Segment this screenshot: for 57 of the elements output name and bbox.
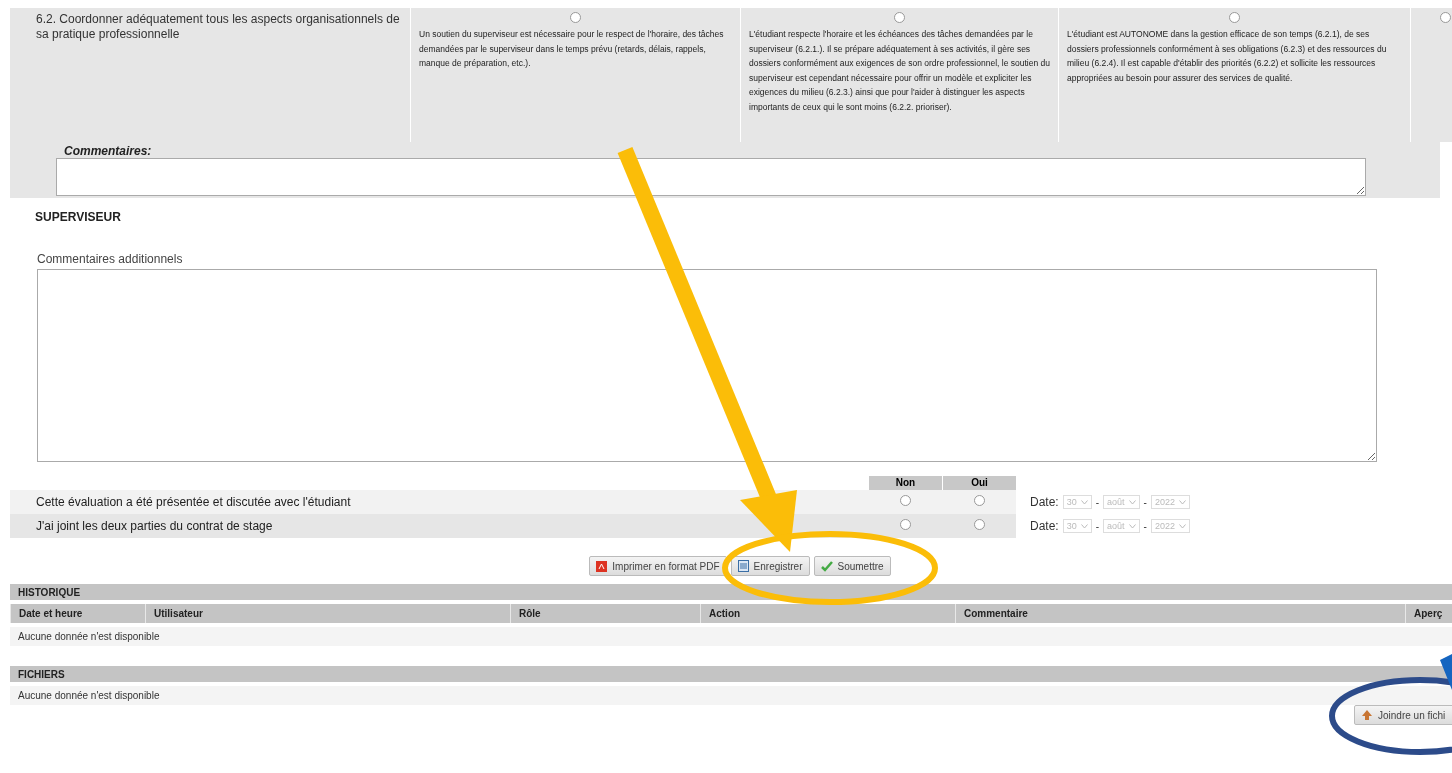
non-radio[interactable] bbox=[899, 518, 911, 530]
year-select[interactable]: 2022 bbox=[1150, 519, 1190, 533]
level-radio[interactable] bbox=[570, 12, 581, 23]
chevron-down-icon bbox=[1128, 524, 1136, 529]
year-select[interactable]: 2022 bbox=[1150, 495, 1190, 509]
attach-file-button[interactable]: Joindre un fichi bbox=[1354, 705, 1452, 725]
empty-message: Aucune donnée n'est disponible bbox=[10, 627, 1452, 646]
submit-button[interactable]: Soumettre bbox=[813, 556, 891, 576]
column-header: Date et heure bbox=[10, 604, 145, 623]
separator: - bbox=[1143, 496, 1147, 508]
document-icon bbox=[737, 560, 749, 572]
level-radio[interactable] bbox=[1229, 12, 1240, 23]
checkmark-icon bbox=[820, 560, 833, 572]
level-description: Un soutien du superviseur est nécessaire pour le respect de l'horaire, des tâches demandées par le superviseur dans le temps prévu (retards, délais, rappels, manque de préparation, etc.). bbox=[419, 28, 725, 70]
comments-field[interactable] bbox=[56, 158, 1366, 196]
date-label: Date: bbox=[1030, 519, 1059, 533]
empty-message: Aucune donnée n'est disponible bbox=[10, 686, 1452, 705]
pdf-button[interactable]: Imprimer en format PDF bbox=[589, 556, 727, 576]
date-label: Date: bbox=[1030, 495, 1059, 509]
day-select[interactable]: 30 bbox=[1062, 519, 1092, 533]
save-button[interactable]: Enregistrer bbox=[730, 556, 810, 576]
section-title: HISTORIQUE bbox=[17, 586, 81, 598]
chevron-down-icon bbox=[1080, 500, 1088, 505]
chevron-down-icon bbox=[1128, 500, 1136, 505]
column-header: Oui bbox=[942, 476, 1016, 490]
level-radio[interactable] bbox=[1440, 12, 1451, 23]
additional-comments-field[interactable] bbox=[37, 269, 1377, 462]
level-description: L'étudiant respecte l'horaire et les échéances des tâches demandées par le superviseur (6.2.1.). Il se prépare adéquatement à ses activités, il gère ses dossiers conformément aux exigences de son ordre professionnel, le soutien du superviseur est cependant nécessaire pour offrir un modèle et expliciter les exigences du milieu (6.2.3.) ainsi que pour l'aider à distinguer les aspects importants de ceux qui le sont moins (6.2.2. prioriser). bbox=[749, 28, 1050, 114]
confirmation-label: Cette évaluation a été présentée et discutée avec l'étudiant bbox=[35, 495, 352, 509]
comments-label: Commentaires: bbox=[63, 143, 153, 158]
competency-label: 6.2. Coordonner adéquatement tous les aspects organisationnels de sa pratique professionnelle bbox=[35, 12, 401, 42]
level-radio[interactable] bbox=[894, 12, 905, 23]
separator: - bbox=[1095, 520, 1100, 532]
level-description: L'étudiant est AUTONOME dans la gestion efficace de son temps (6.2.1), de ses dossiers professionnels conformément à ses obligations (6.2.3) et des ressources du milieu (6.2.4). Il est capable d'établir des priorités (6.2.2) et sollicite les ressources appropriées au besoin pour assurer des services de qualité. bbox=[1067, 28, 1388, 85]
column-header: Aperç bbox=[1405, 604, 1452, 623]
non-radio[interactable] bbox=[899, 494, 911, 506]
pdf-icon bbox=[596, 560, 608, 572]
month-select[interactable]: août bbox=[1103, 495, 1140, 509]
column-header: Utilisateur bbox=[145, 604, 510, 623]
section-title: SUPERVISEUR bbox=[35, 210, 122, 224]
column-header: Action bbox=[700, 604, 955, 623]
separator: - bbox=[1143, 520, 1147, 532]
chevron-down-icon bbox=[1178, 524, 1186, 529]
separator: - bbox=[1095, 496, 1100, 508]
upload-icon bbox=[1361, 709, 1373, 721]
oui-radio[interactable] bbox=[973, 494, 985, 506]
column-header: Rôle bbox=[510, 604, 700, 623]
month-select[interactable]: août bbox=[1103, 519, 1140, 533]
day-select[interactable]: 30 bbox=[1062, 495, 1092, 509]
column-header: Non bbox=[868, 476, 942, 490]
confirmation-label: J'ai joint les deux parties du contrat de stage bbox=[35, 519, 274, 533]
column-header: Commentaire bbox=[955, 604, 1405, 623]
chevron-down-icon bbox=[1178, 500, 1186, 505]
additional-comments-label: Commentaires additionnels bbox=[37, 252, 184, 266]
section-title: FICHIERS bbox=[17, 668, 65, 680]
oui-radio[interactable] bbox=[973, 518, 985, 530]
chevron-down-icon bbox=[1080, 524, 1088, 529]
